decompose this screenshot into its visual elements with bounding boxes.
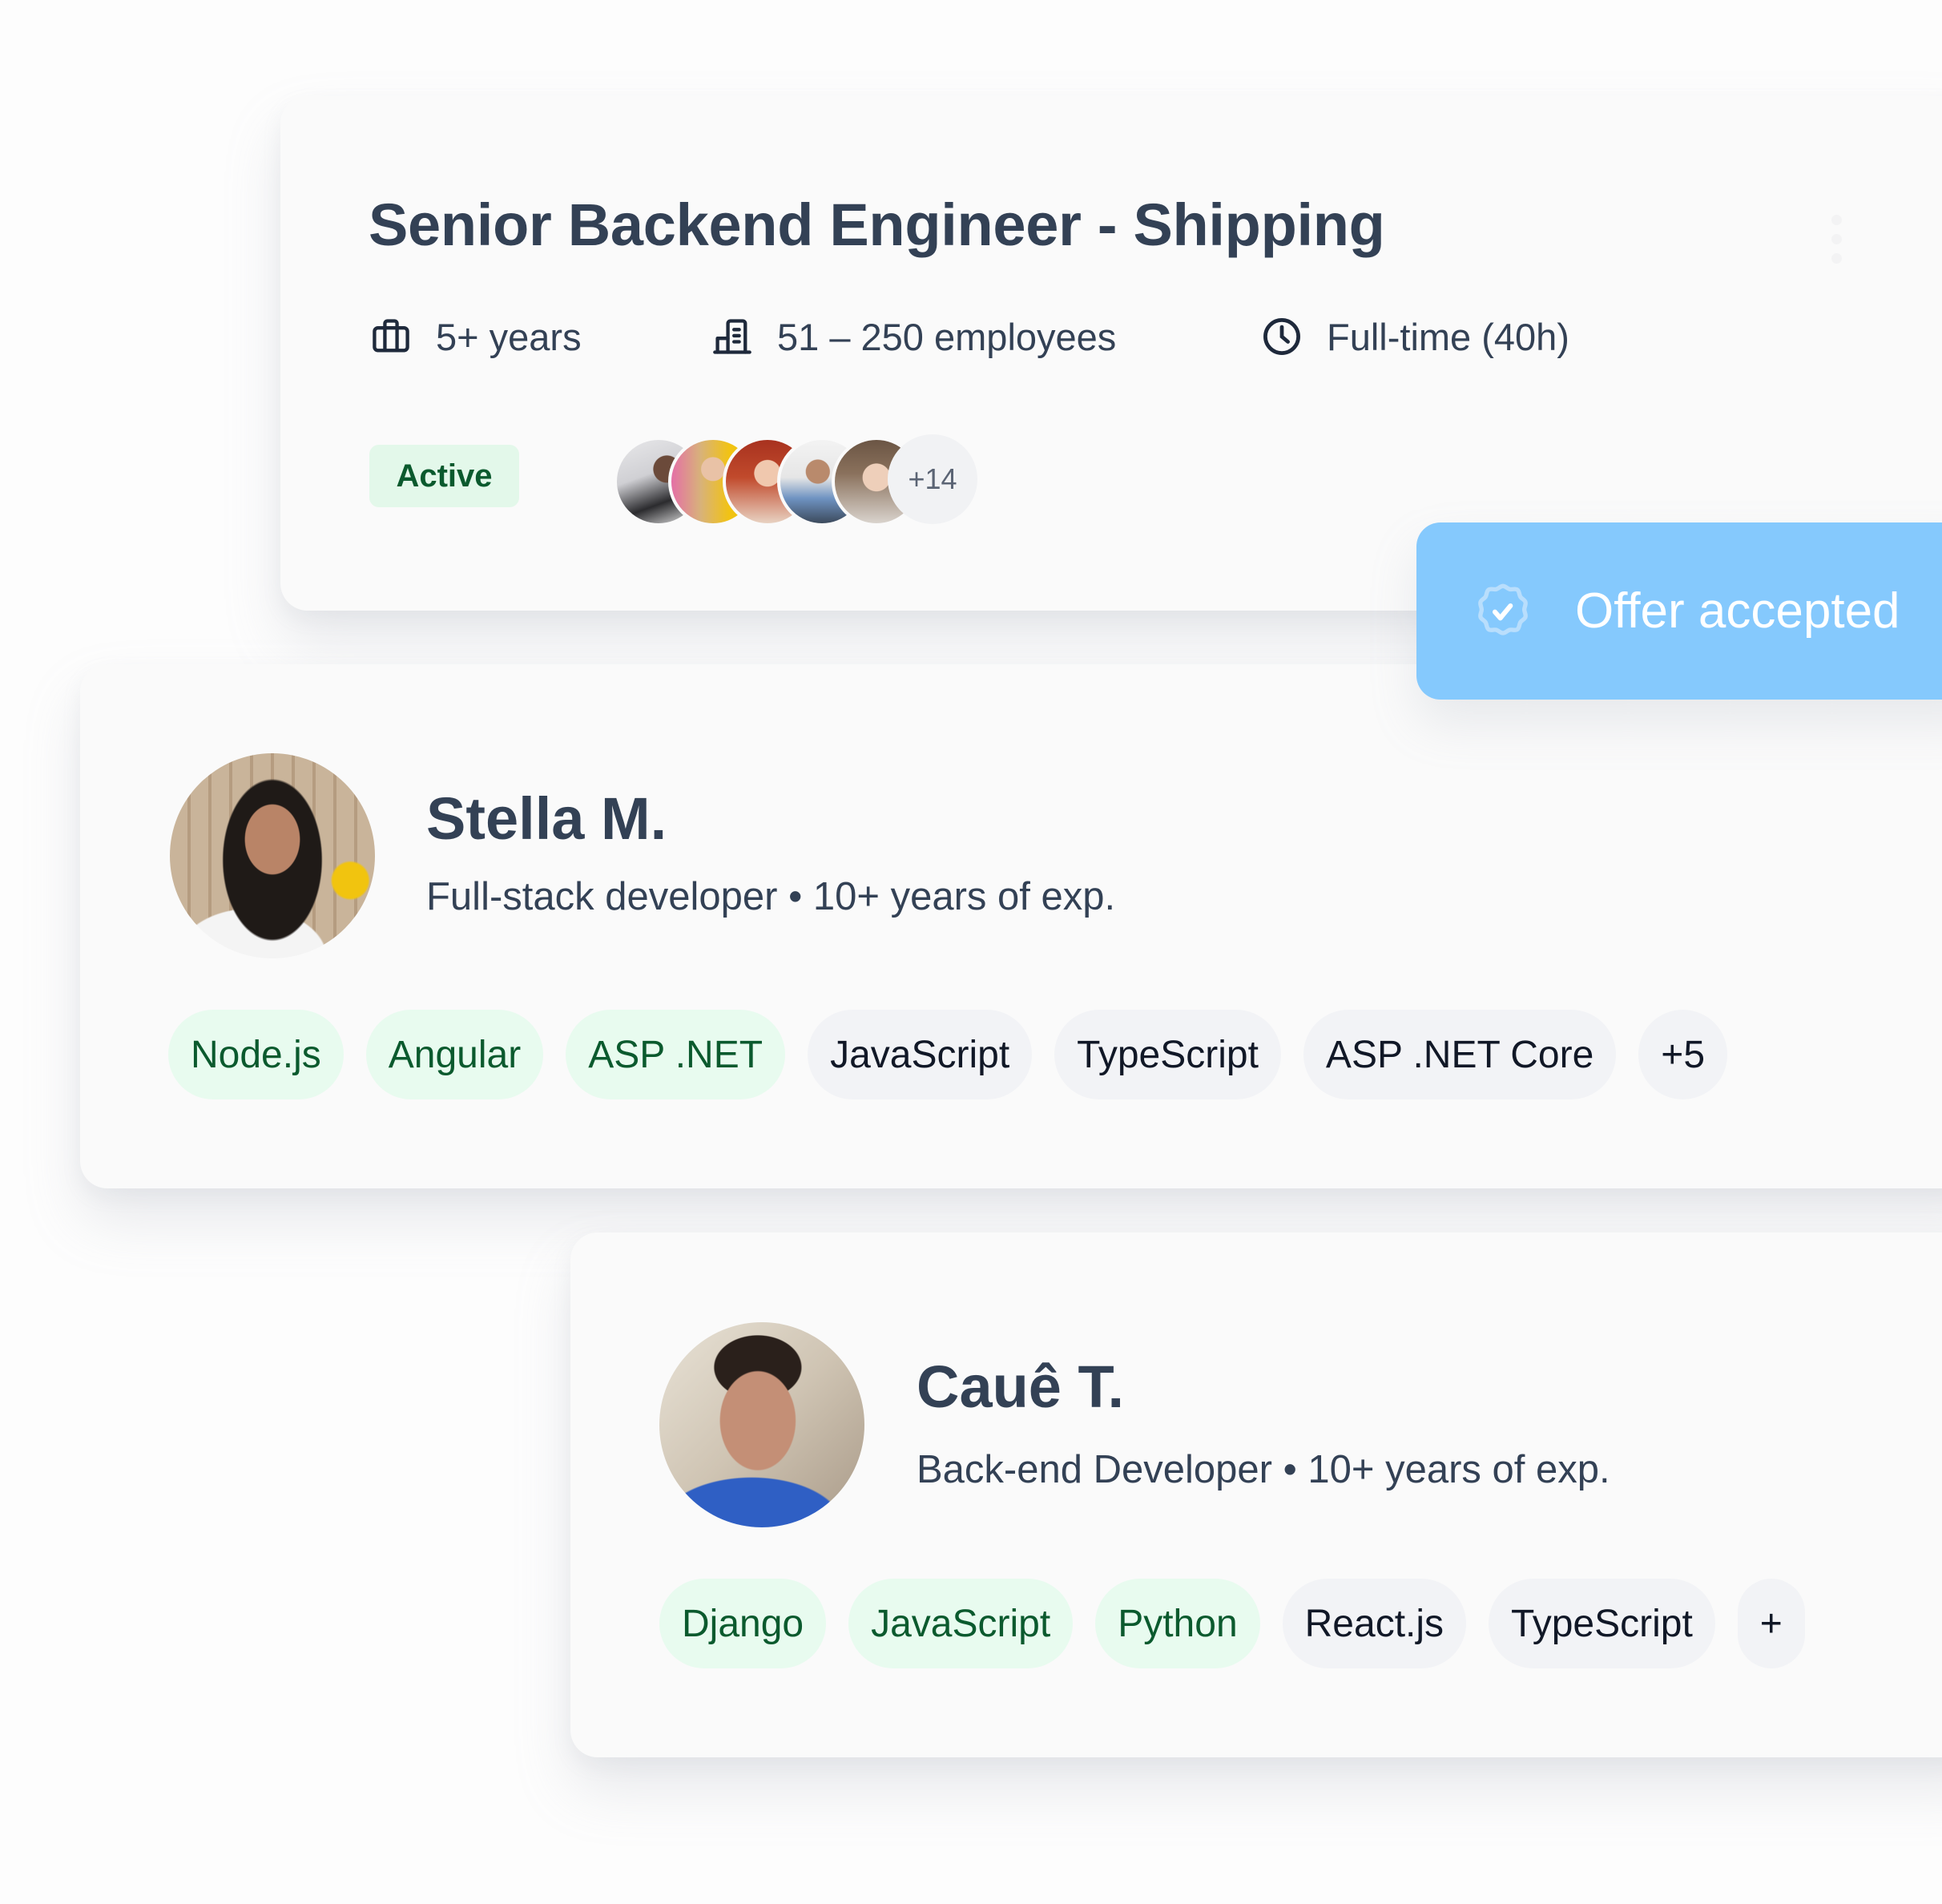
meta-company-size-label: 51 – 250 employees: [777, 315, 1117, 358]
meta-experience-label: 5+ years: [436, 315, 582, 358]
skill-tag-matched: Python: [1095, 1579, 1260, 1668]
offer-accepted-label: Offer accepted: [1575, 583, 1900, 639]
briefcase-icon: [373, 319, 409, 353]
meta-company-size: 51 – 250 employees: [711, 313, 1116, 361]
skill-tag: TypeScript: [1489, 1579, 1715, 1668]
skill-tag: JavaScript: [808, 1010, 1033, 1099]
clock-icon: [1263, 318, 1300, 355]
candidate-name: Cauê T.: [917, 1353, 1125, 1420]
skill-tag-matched: Node.js: [168, 1010, 344, 1099]
job-title: Senior Backend Engineer - Shipping: [369, 192, 1385, 258]
skill-tag-matched: Angular: [365, 1010, 544, 1099]
offer-accepted-badge: Offer accepted: [1416, 522, 1942, 700]
skill-tags: Django JavaScript Python React.js TypeSc…: [659, 1579, 1805, 1668]
building-icon: [713, 319, 751, 354]
candidate-subtitle: Back-end Developer • 10+ years of exp.: [917, 1448, 1610, 1491]
candidate-avatar: [170, 753, 375, 958]
more-applicants-count[interactable]: +14: [888, 434, 977, 524]
skill-tag-matched: JavaScript: [848, 1579, 1074, 1668]
skill-tag: TypeScript: [1054, 1010, 1281, 1099]
skill-tag: React.js: [1282, 1579, 1467, 1668]
candidate-subtitle: Full-stack developer • 10+ years of exp.: [426, 875, 1116, 918]
skill-tag: ASP .NET Core: [1303, 1010, 1617, 1099]
more-options-button[interactable]: [1831, 215, 1843, 264]
kebab-dot: [1831, 253, 1842, 264]
candidate-name: Stella M.: [426, 785, 667, 852]
more-skills-tag[interactable]: +5: [1638, 1010, 1728, 1099]
applicant-avatar-stack[interactable]: +14: [614, 434, 977, 526]
kebab-vertical-icon: [1831, 215, 1842, 225]
candidate-card[interactable]: Cauê T. Back-end Developer • 10+ years o…: [570, 1232, 1942, 1757]
skill-tags: Node.js Angular ASP .NET JavaScript Type…: [168, 1010, 1728, 1099]
skill-tag-matched: Django: [659, 1579, 827, 1668]
meta-experience: 5+ years: [370, 313, 582, 361]
candidate-card[interactable]: Stella M. Full-stack developer • 10+ yea…: [80, 664, 1942, 1188]
meta-employment-type: Full-time (40h): [1261, 313, 1569, 361]
meta-employment-type-label: Full-time (40h): [1327, 315, 1569, 358]
status-badge: Active: [369, 445, 519, 507]
verified-badge-check-icon: [1478, 583, 1528, 635]
candidate-avatar: [659, 1322, 864, 1527]
more-skills-tag[interactable]: +: [1737, 1579, 1805, 1668]
skill-tag-matched: ASP .NET: [566, 1010, 786, 1099]
kebab-dot: [1831, 234, 1842, 244]
